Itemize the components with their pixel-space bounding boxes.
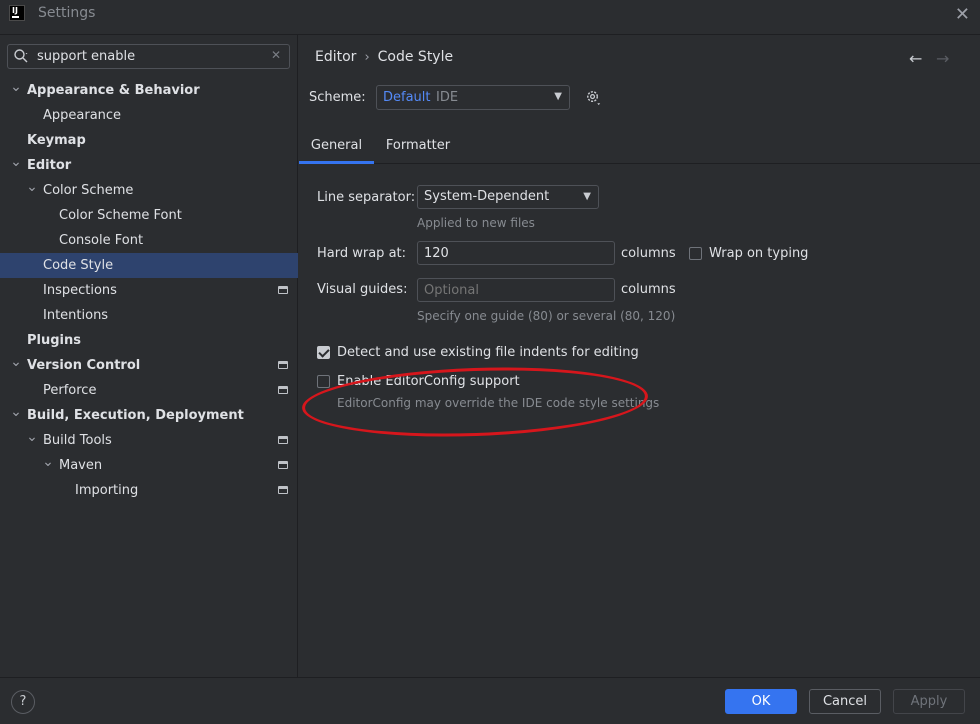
tree-item-label: Build Tools xyxy=(43,433,112,448)
search-input[interactable] xyxy=(37,47,267,66)
project-level-icon xyxy=(278,486,288,494)
tree-item-label: Version Control xyxy=(27,358,141,373)
help-button[interactable]: ? xyxy=(11,690,35,714)
ok-button[interactable]: OK xyxy=(725,689,797,714)
scheme-sub: IDE xyxy=(436,90,459,105)
visual-guides-unit: columns xyxy=(621,282,676,297)
chevron-down-icon[interactable]: ⌄ xyxy=(9,353,23,371)
tree-item-color-scheme[interactable]: ⌄ Color Scheme xyxy=(0,178,298,203)
detect-indents-checkbox[interactable] xyxy=(317,346,330,359)
dialog-footer: ? OK Cancel Apply xyxy=(0,677,980,724)
project-level-icon xyxy=(278,286,288,294)
line-separator-hint: Applied to new files xyxy=(417,216,535,230)
detect-indents-label[interactable]: Detect and use existing file indents for… xyxy=(337,345,639,360)
close-icon[interactable]: ✕ xyxy=(955,4,970,25)
tree-item-label: Appearance xyxy=(43,108,122,123)
tree-item-appearance[interactable]: Appearance xyxy=(0,103,298,128)
editorconfig-checkbox[interactable] xyxy=(317,375,330,388)
tab-general-label: General xyxy=(310,138,363,153)
breadcrumb: Editor › Code Style xyxy=(315,49,453,65)
tree-item-inspections[interactable]: Inspections xyxy=(0,278,298,303)
tree-item-perforce[interactable]: Perforce xyxy=(0,378,298,403)
tree-item-build-tools[interactable]: ⌄ Build Tools xyxy=(0,428,298,453)
cancel-button[interactable]: Cancel xyxy=(809,689,881,714)
project-level-icon xyxy=(278,386,288,394)
tree-item-label: Build, Execution, Deployment xyxy=(27,408,244,423)
tree-item-label: Color Scheme Font xyxy=(59,208,182,223)
project-level-icon xyxy=(278,436,288,444)
chevron-down-icon[interactable]: ⌄ xyxy=(25,178,39,196)
tab-general[interactable]: General xyxy=(299,128,374,164)
line-separator-dropdown[interactable]: System-Dependent ▼ xyxy=(417,185,599,209)
tab-formatter[interactable]: Formatter xyxy=(374,128,462,164)
scheme-value: Default xyxy=(383,90,431,105)
tab-bar: General Formatter xyxy=(299,128,980,164)
project-level-icon xyxy=(278,361,288,369)
tree-item-label: Plugins xyxy=(27,333,81,348)
tree-item-label: Inspections xyxy=(43,283,117,298)
tab-formatter-label: Formatter xyxy=(385,138,451,153)
chevron-down-icon: ▼ xyxy=(583,191,591,202)
apply-button[interactable]: Apply xyxy=(893,689,965,714)
tree-item-label: Code Style xyxy=(43,258,114,273)
back-arrow-icon[interactable]: ← xyxy=(909,49,922,68)
tree-item-label: Appearance & Behavior xyxy=(27,83,200,98)
tree-item-importing[interactable]: Importing xyxy=(0,478,298,503)
intellij-logo-icon: IJ xyxy=(9,5,25,21)
breadcrumb-parent[interactable]: Editor xyxy=(315,49,356,65)
tree-item-label: Console Font xyxy=(59,233,144,248)
tree-item-build-execution-deployment[interactable]: ⌄ Build, Execution, Deployment xyxy=(0,403,298,428)
search-box[interactable]: ✕ xyxy=(7,44,290,69)
chevron-down-icon[interactable]: ⌄ xyxy=(25,428,39,446)
breadcrumb-current: Code Style xyxy=(377,49,454,65)
search-icon xyxy=(14,49,28,63)
breadcrumb-separator: › xyxy=(364,50,370,65)
tree-item-label: Color Scheme xyxy=(43,183,134,198)
line-separator-label: Line separator: xyxy=(317,190,416,205)
visual-guides-input[interactable] xyxy=(417,278,615,302)
visual-guides-hint: Specify one guide (80) or several (80, 1… xyxy=(417,309,676,323)
chevron-down-icon: ▼ xyxy=(554,91,562,102)
hard-wrap-input[interactable] xyxy=(417,241,615,265)
tree-item-label: Editor xyxy=(27,158,72,173)
tree-item-plugins[interactable]: Plugins xyxy=(0,328,298,353)
scheme-label: Scheme: xyxy=(309,90,366,105)
forward-arrow-icon[interactable]: → xyxy=(936,49,949,68)
hard-wrap-label: Hard wrap at: xyxy=(317,246,407,261)
wrap-on-typing-checkbox[interactable] xyxy=(689,247,702,260)
project-level-icon xyxy=(278,461,288,469)
settings-content: Editor › Code Style ← → Scheme: Default ID… xyxy=(299,35,980,677)
visual-guides-label: Visual guides: xyxy=(317,282,408,297)
tree-item-code-style[interactable]: Code Style xyxy=(0,253,298,278)
tree-item-editor[interactable]: ⌄ Editor xyxy=(0,153,298,178)
wrap-on-typing-label[interactable]: Wrap on typing xyxy=(709,246,808,261)
tree-item-keymap[interactable]: Keymap xyxy=(0,128,298,153)
clear-search-icon[interactable]: ✕ xyxy=(271,48,281,62)
tree-item-version-control[interactable]: ⌄ Version Control xyxy=(0,353,298,378)
title-bar: IJ Settings ✕ xyxy=(0,0,980,30)
tree-item-intentions[interactable]: Intentions xyxy=(0,303,298,328)
editorconfig-hint: EditorConfig may override the IDE code s… xyxy=(337,396,660,410)
chevron-down-icon[interactable]: ⌄ xyxy=(9,153,23,171)
chevron-down-icon[interactable]: ⌄ xyxy=(9,78,23,96)
tree-item-maven[interactable]: ⌄ Maven xyxy=(0,453,298,478)
tree-item-label: Intentions xyxy=(43,308,109,323)
gear-icon[interactable] xyxy=(584,88,603,107)
settings-sidebar: ✕ ⌄ Appearance & Behavior Appearance Keymap… xyxy=(0,35,298,677)
tree-item-label: Maven xyxy=(59,458,103,473)
chevron-down-icon[interactable]: ⌄ xyxy=(41,453,55,471)
line-separator-value: System-Dependent xyxy=(424,189,550,204)
editorconfig-label[interactable]: Enable EditorConfig support xyxy=(337,374,520,389)
tree-item-console-font[interactable]: Console Font xyxy=(0,228,298,253)
scheme-dropdown[interactable]: Default IDE ▼ xyxy=(376,85,570,110)
window-title: Settings xyxy=(38,5,96,21)
tree-item-color-scheme-font[interactable]: Color Scheme Font xyxy=(0,203,298,228)
tree-item-label: Keymap xyxy=(27,133,86,148)
tree-item-label: Importing xyxy=(75,483,139,498)
tree-item-appearance-behavior[interactable]: ⌄ Appearance & Behavior xyxy=(0,78,298,103)
tree-item-label: Perforce xyxy=(43,383,97,398)
chevron-down-icon[interactable]: ⌄ xyxy=(9,403,23,421)
hard-wrap-unit: columns xyxy=(621,246,676,261)
